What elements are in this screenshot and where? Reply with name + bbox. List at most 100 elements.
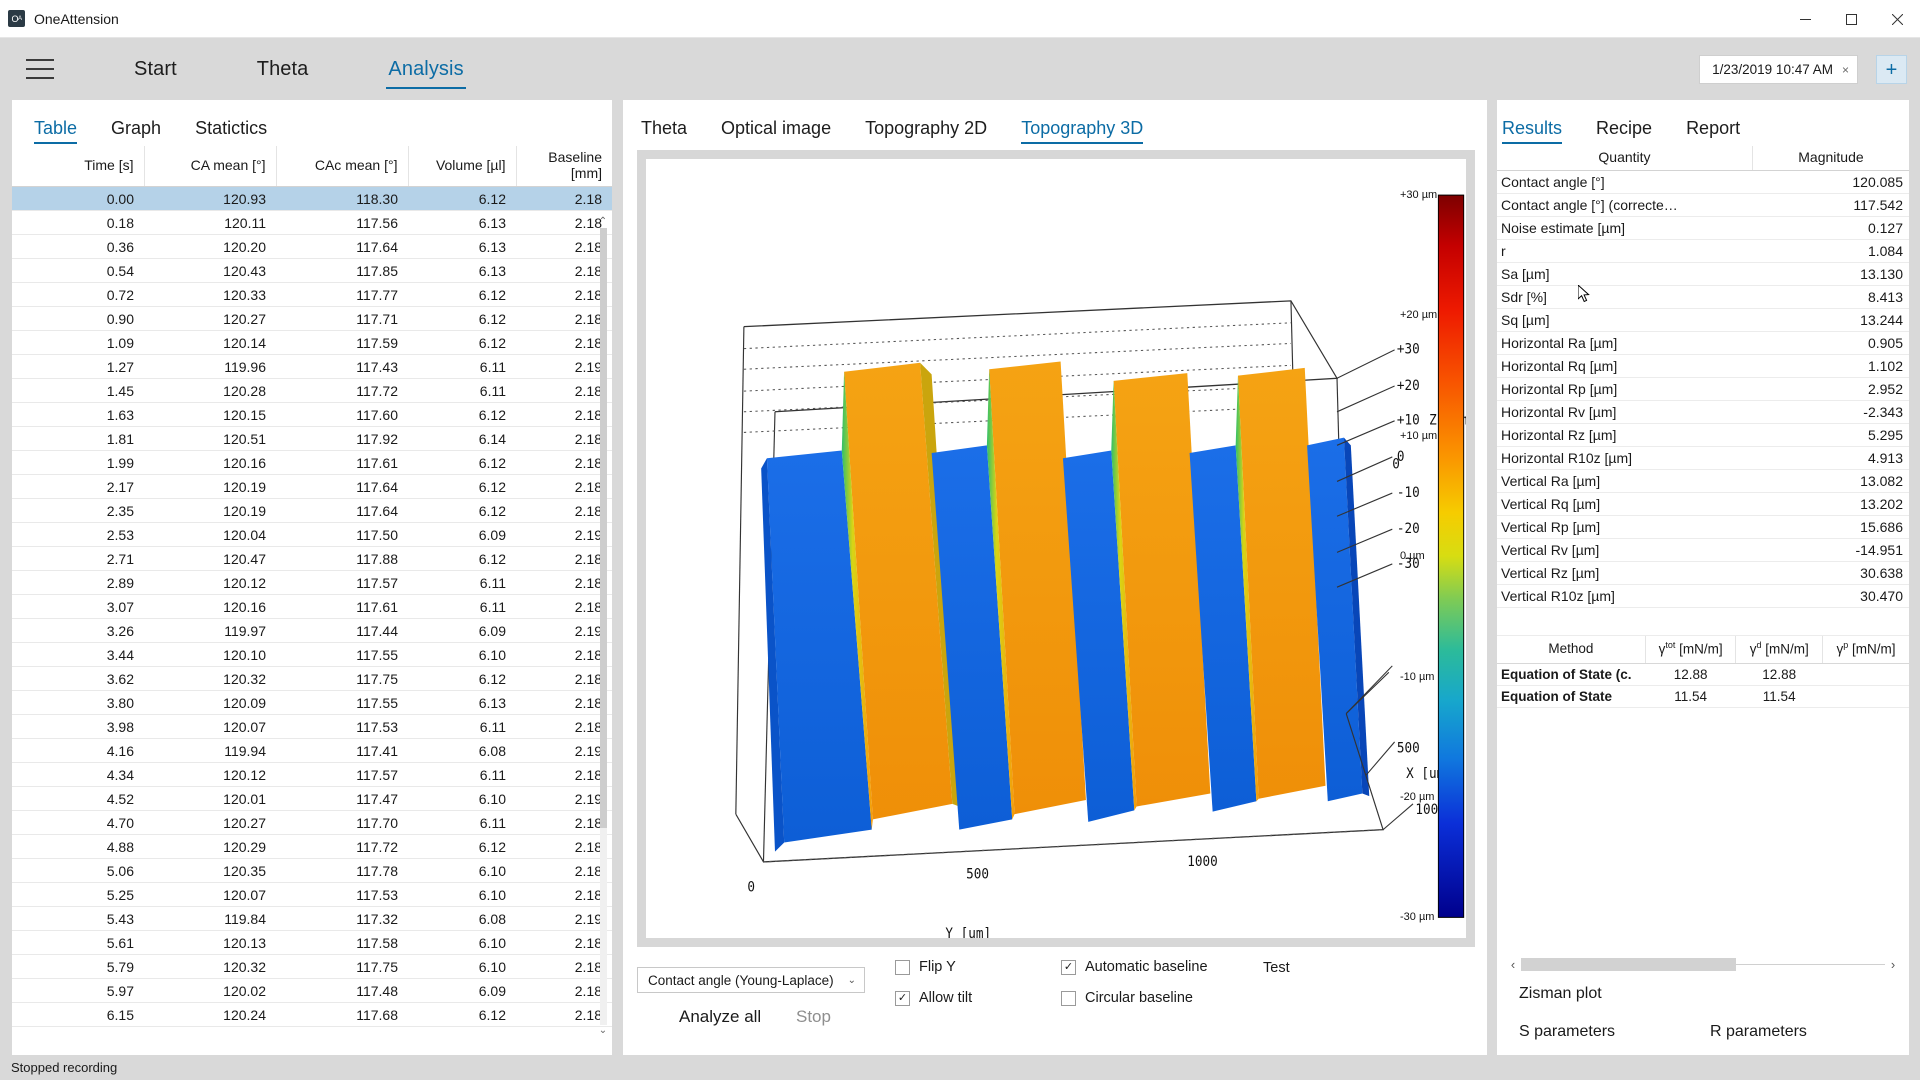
results-row[interactable]: Contact angle [°] (correcte… 117.542: [1497, 193, 1909, 217]
tab-recipe[interactable]: Recipe: [1596, 118, 1652, 144]
nav-item-analysis[interactable]: Analysis: [386, 54, 466, 89]
column-header-gamma-d[interactable]: γd [mN/m]: [1735, 636, 1823, 664]
table-row[interactable]: 5.97 120.02 117.48 6.09 2.18: [12, 978, 612, 1003]
zisman-plot-button[interactable]: Zisman plot: [1519, 985, 1909, 1003]
checkbox-circular-baseline[interactable]: Circular baseline: [1061, 990, 1193, 1006]
results-row[interactable]: Vertical Rz [µm] 30.638: [1497, 561, 1909, 585]
table-row[interactable]: 5.25 120.07 117.53 6.10 2.18: [12, 882, 612, 907]
minimize-button[interactable]: [1782, 0, 1828, 38]
table-row[interactable]: 0.72 120.33 117.77 6.12 2.18: [12, 282, 612, 307]
hscroll-track[interactable]: [1521, 957, 1885, 971]
table-row[interactable]: 0.90 120.27 117.71 6.12 2.18: [12, 306, 612, 331]
scroll-down-icon[interactable]: ⌄: [596, 1025, 610, 1037]
table-row[interactable]: 4.88 120.29 117.72 6.12 2.18: [12, 834, 612, 859]
table-row[interactable]: 0.00 120.93 118.30 6.12 2.18: [12, 186, 612, 211]
table-row[interactable]: 4.70 120.27 117.70 6.11 2.18: [12, 810, 612, 835]
column-header-quantity[interactable]: Quantity: [1497, 146, 1753, 171]
table-row[interactable]: 1.09 120.14 117.59 6.12 2.18: [12, 330, 612, 355]
checkbox-flip-y[interactable]: Flip Y: [895, 959, 956, 975]
tab-theta[interactable]: Theta: [641, 118, 687, 144]
method-row[interactable]: Equation of State (c. 12.88 12.88: [1497, 663, 1909, 686]
results-row[interactable]: Sdr [%] 8.413: [1497, 285, 1909, 309]
column-header-time[interactable]: Time [s]: [12, 146, 145, 187]
table-row[interactable]: 2.71 120.47 117.88 6.12 2.18: [12, 546, 612, 571]
results-row[interactable]: Horizontal Rz [µm] 5.295: [1497, 423, 1909, 447]
topography-3d-canvas[interactable]: +30 +20 +10 0 -10 -20 -30 Z [um]: [646, 159, 1466, 938]
tab-topography-3d[interactable]: Topography 3D: [1021, 118, 1144, 144]
results-row[interactable]: Vertical Ra [µm] 13.082: [1497, 469, 1909, 493]
table-row[interactable]: 5.06 120.35 117.78 6.10 2.18: [12, 858, 612, 883]
table-row[interactable]: 4.16 119.94 117.41 6.08 2.19: [12, 738, 612, 763]
analyze-all-button[interactable]: Analyze all: [679, 1007, 761, 1027]
column-header-cac-mean[interactable]: CAc mean [°]: [276, 146, 409, 187]
results-row[interactable]: Horizontal Rp [µm] 2.952: [1497, 377, 1909, 401]
table-row[interactable]: 3.44 120.10 117.55 6.10 2.18: [12, 642, 612, 667]
table-row[interactable]: 3.98 120.07 117.53 6.11 2.18: [12, 714, 612, 739]
stop-button[interactable]: Stop: [796, 1007, 831, 1027]
column-header-magnitude[interactable]: Magnitude: [1752, 146, 1909, 171]
table-row[interactable]: 1.27 119.96 117.43 6.11 2.19: [12, 354, 612, 379]
r-parameters-button[interactable]: R parameters: [1710, 1023, 1909, 1041]
results-row[interactable]: r 1.084: [1497, 239, 1909, 263]
table-row[interactable]: 3.62 120.32 117.75 6.12 2.18: [12, 666, 612, 691]
results-row[interactable]: Sq [µm] 13.244: [1497, 308, 1909, 332]
results-horizontal-scrollbar[interactable]: ‹ ›: [1505, 955, 1901, 973]
column-header-method[interactable]: Method: [1497, 636, 1646, 664]
method-row[interactable]: Equation of State 11.54 11.54: [1497, 685, 1909, 708]
table-row[interactable]: 0.54 120.43 117.85 6.13 2.18: [12, 258, 612, 283]
tab-report[interactable]: Report: [1686, 118, 1740, 144]
session-tab[interactable]: 1/23/2019 10:47 AM ×: [1699, 55, 1858, 84]
circular-baseline-checkbox[interactable]: [1061, 990, 1076, 1006]
topography-3d-viewer[interactable]: +30 +20 +10 0 -10 -20 -30 Z [um]: [637, 150, 1475, 947]
nav-item-start[interactable]: Start: [132, 54, 179, 85]
column-header-baseline[interactable]: Baseline [mm]: [516, 146, 612, 187]
table-row[interactable]: 3.26 119.97 117.44 6.09 2.19: [12, 618, 612, 643]
scroll-right-icon[interactable]: ›: [1885, 957, 1901, 972]
session-tab-close-icon[interactable]: ×: [1842, 63, 1849, 77]
column-header-gamma-p[interactable]: γp [mN/m]: [1822, 636, 1909, 664]
checkbox-automatic-baseline[interactable]: ✓ Automatic baseline: [1061, 959, 1208, 975]
results-row[interactable]: Sa [µm] 13.130: [1497, 262, 1909, 286]
results-row[interactable]: Vertical R10z [µm] 30.470: [1497, 584, 1909, 608]
results-row[interactable]: Horizontal Ra [µm] 0.905: [1497, 331, 1909, 355]
add-session-button[interactable]: +: [1876, 55, 1907, 84]
maximize-button[interactable]: [1828, 0, 1874, 38]
table-row[interactable]: 1.45 120.28 117.72 6.11 2.18: [12, 378, 612, 403]
table-row[interactable]: 5.79 120.32 117.75 6.10 2.18: [12, 954, 612, 979]
allow-tilt-checkbox[interactable]: ✓: [895, 990, 910, 1006]
tab-statistics[interactable]: Statictics: [195, 118, 267, 144]
table-row[interactable]: 2.35 120.19 117.64 6.12 2.18: [12, 498, 612, 523]
results-row[interactable]: Horizontal R10z [µm] 4.913: [1497, 446, 1909, 470]
nav-item-theta[interactable]: Theta: [255, 54, 311, 85]
scrollbar-thumb[interactable]: [600, 228, 607, 828]
scroll-up-icon[interactable]: ⌃: [596, 216, 610, 228]
tab-table[interactable]: Table: [34, 118, 78, 144]
hamburger-menu-icon[interactable]: [26, 59, 54, 79]
table-row[interactable]: 2.89 120.12 117.57 6.11 2.18: [12, 570, 612, 595]
scroll-left-icon[interactable]: ‹: [1505, 957, 1521, 972]
results-row[interactable]: Vertical Rp [µm] 15.686: [1497, 515, 1909, 539]
table-row[interactable]: 4.34 120.12 117.57 6.11 2.18: [12, 762, 612, 787]
tab-optical-image[interactable]: Optical image: [721, 118, 831, 144]
column-header-volume[interactable]: Volume [µl]: [408, 146, 517, 187]
table-row[interactable]: 1.99 120.16 117.61 6.12 2.18: [12, 450, 612, 475]
tab-topography-2d[interactable]: Topography 2D: [865, 118, 987, 144]
close-button[interactable]: [1874, 0, 1920, 38]
flip-y-checkbox[interactable]: [895, 959, 910, 975]
results-row[interactable]: Vertical Rv [µm] -14.951: [1497, 538, 1909, 562]
results-row[interactable]: Vertical Rq [µm] 13.202: [1497, 492, 1909, 516]
results-row[interactable]: Horizontal Rq [µm] 1.102: [1497, 354, 1909, 378]
table-row[interactable]: 1.63 120.15 117.60 6.12 2.18: [12, 402, 612, 427]
table-row[interactable]: 5.61 120.13 117.58 6.10 2.18: [12, 930, 612, 955]
analysis-method-select[interactable]: Contact angle (Young-Laplace) ⌄: [637, 967, 865, 993]
hscroll-thumb[interactable]: [1521, 957, 1736, 971]
table-row[interactable]: 5.43 119.84 117.32 6.08 2.19: [12, 906, 612, 931]
results-row[interactable]: Contact angle [°] 120.085: [1497, 170, 1909, 194]
table-vertical-scrollbar[interactable]: ⌃ ⌄: [596, 216, 610, 1037]
automatic-baseline-checkbox[interactable]: ✓: [1061, 959, 1076, 975]
tab-results[interactable]: Results: [1502, 118, 1563, 144]
table-row[interactable]: 0.36 120.20 117.64 6.13 2.18: [12, 234, 612, 259]
tab-graph[interactable]: Graph: [111, 118, 161, 144]
table-row[interactable]: 1.81 120.51 117.92 6.14 2.18: [12, 426, 612, 451]
table-row[interactable]: 2.53 120.04 117.50 6.09 2.19: [12, 522, 612, 547]
